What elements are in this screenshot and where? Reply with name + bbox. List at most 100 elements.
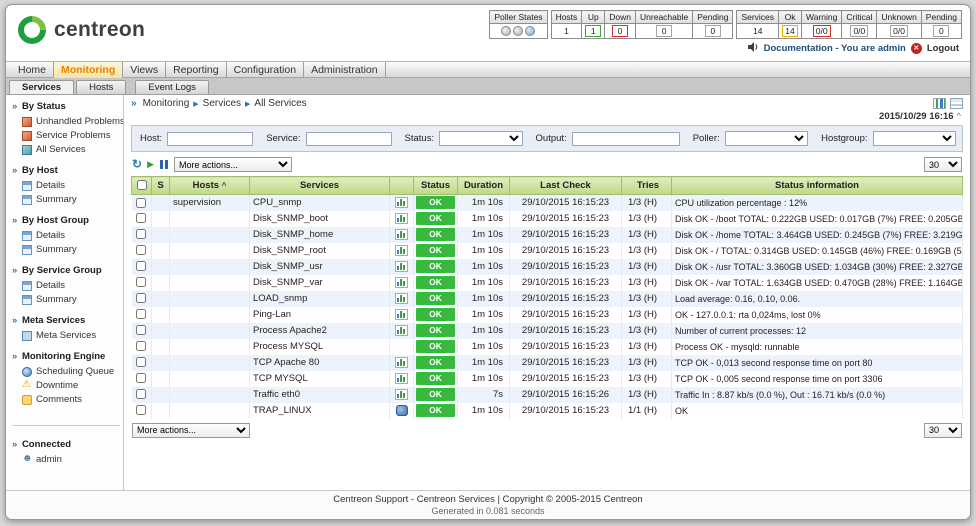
breadcrumb-monitoring[interactable]: Monitoring [143,98,190,109]
row-host-link[interactable] [170,307,250,323]
row-service-link[interactable]: Process MYSQL [250,339,390,355]
col-hosts[interactable]: Hosts ^ [170,177,250,195]
col-severity[interactable]: S [152,177,170,195]
row-host-link[interactable] [170,403,250,419]
sidebar-item-details[interactable]: Details [12,279,120,293]
engine-status-icon[interactable] [513,26,523,36]
sidebar-item-details[interactable]: Details [12,179,120,193]
services-pending-value[interactable]: 0 [933,25,949,37]
tab-hosts[interactable]: Hosts [76,80,126,94]
row-service-link[interactable]: Disk_SNMP_boot [250,211,390,227]
row-checkbox[interactable] [136,245,146,255]
row-checkbox[interactable] [136,341,146,351]
row-host-link[interactable] [170,323,250,339]
sidebar-item-service-problems[interactable]: Service Problems [12,129,120,143]
row-service-link[interactable]: Disk_SNMP_usr [250,259,390,275]
hosts-unreachable-header[interactable]: Unreachable [636,11,693,24]
row-service-link[interactable]: Disk_SNMP_root [250,243,390,259]
services-unknown-value[interactable]: 0/0 [890,25,908,37]
row-service-link[interactable]: TCP Apache 80 [250,355,390,371]
menu-configuration[interactable]: Configuration [227,62,304,78]
services-critical-header[interactable]: Critical [842,11,877,24]
hostgroup-filter-select[interactable] [873,131,956,146]
hosts-unreachable-value[interactable]: 0 [656,25,672,37]
host-filter-input[interactable] [167,132,253,146]
sidebar-item-meta-services[interactable]: Meta Services [12,329,120,343]
sidebar-item-summary[interactable]: Summary [12,243,120,257]
row-host-link[interactable] [170,387,250,403]
row-host-link[interactable] [170,339,250,355]
row-service-link[interactable]: LOAD_snmp [250,291,390,307]
col-duration[interactable]: Duration [458,177,510,195]
row-checkbox[interactable] [136,357,146,367]
more-actions-select[interactable]: More actions... [174,157,292,172]
row-service-link[interactable]: Process Apache2 [250,323,390,339]
logout-icon[interactable]: ✕ [911,43,922,54]
col-tries[interactable]: Tries [622,177,672,195]
row-service-link[interactable]: Traffic eth0 [250,387,390,403]
row-host-link[interactable] [170,211,250,227]
page-size-select[interactable]: 30 [924,157,962,172]
more-actions-select-bottom[interactable]: More actions... [132,423,250,438]
speaker-icon[interactable] [748,42,759,55]
scroll-top-icon[interactable]: ^ [957,111,961,122]
logout-link[interactable]: Logout [927,43,959,54]
sidebar-item-scheduling-queue[interactable]: Scheduling Queue [12,365,120,379]
pause-icon[interactable] [159,160,169,169]
refresh-icon[interactable]: ↻ [132,159,142,170]
row-service-link[interactable]: Ping-Lan [250,307,390,323]
service-graph-icon[interactable] [395,373,408,384]
service-graph-icon[interactable] [395,229,408,240]
row-service-link[interactable]: TRAP_LINUX [250,403,390,419]
service-graph-icon[interactable] [395,293,408,304]
service-graph-icon[interactable] [395,325,408,336]
col-status[interactable]: Status [414,177,458,195]
menu-views[interactable]: Views [123,62,166,78]
menu-reporting[interactable]: Reporting [166,62,227,78]
row-host-link[interactable] [170,275,250,291]
breadcrumb-all-services[interactable]: All Services [254,98,306,109]
col-last-check[interactable]: Last Check [510,177,622,195]
output-filter-input[interactable] [572,132,680,146]
services-warning-value[interactable]: 0/0 [813,25,831,37]
hosts-pending-header[interactable]: Pending [693,11,733,24]
row-service-link[interactable]: TCP MYSQL [250,371,390,387]
centreon-logo[interactable]: centreon [18,16,145,44]
sidebar-item-summary[interactable]: Summary [12,293,120,307]
passive-service-icon[interactable] [396,405,408,416]
row-checkbox[interactable] [136,198,146,208]
service-graph-icon[interactable] [395,309,408,320]
service-graph-icon[interactable] [395,245,408,256]
sidebar-item-summary[interactable]: Summary [12,193,120,207]
hosts-summary-label[interactable]: Hosts [551,11,582,24]
row-service-link[interactable]: Disk_SNMP_var [250,275,390,291]
col-status-information[interactable]: Status information [672,177,963,195]
hosts-down-header[interactable]: Down [605,11,636,24]
hosts-up-header[interactable]: Up [582,11,605,24]
services-warning-header[interactable]: Warning [802,11,842,24]
row-host-link[interactable] [170,227,250,243]
services-pending-header[interactable]: Pending [921,11,961,24]
settings-view-icon[interactable] [950,98,963,109]
tab-event-logs[interactable]: Event Logs [135,80,209,94]
sidebar-item-details[interactable]: Details [12,229,120,243]
service-graph-icon[interactable] [395,213,408,224]
row-checkbox[interactable] [136,261,146,271]
services-ok-header[interactable]: Ok [779,11,802,24]
service-graph-icon[interactable] [395,197,408,208]
row-checkbox[interactable] [136,373,146,383]
row-checkbox[interactable] [136,325,146,335]
services-summary-label[interactable]: Services [737,11,779,24]
row-checkbox[interactable] [136,309,146,319]
page-size-select-bottom[interactable]: 30 [924,423,962,438]
services-critical-value[interactable]: 0/0 [850,25,868,37]
sidebar-item-downtime[interactable]: Downtime [12,379,120,393]
service-graph-icon[interactable] [395,389,408,400]
row-checkbox[interactable] [136,213,146,223]
hosts-up-value[interactable]: 1 [585,25,601,37]
pollers-icon[interactable] [501,26,511,36]
row-service-link[interactable]: CPU_snmp [250,195,390,211]
row-host-link[interactable] [170,371,250,387]
broker-status-icon[interactable] [525,26,535,36]
services-ok-value[interactable]: 14 [782,25,798,37]
